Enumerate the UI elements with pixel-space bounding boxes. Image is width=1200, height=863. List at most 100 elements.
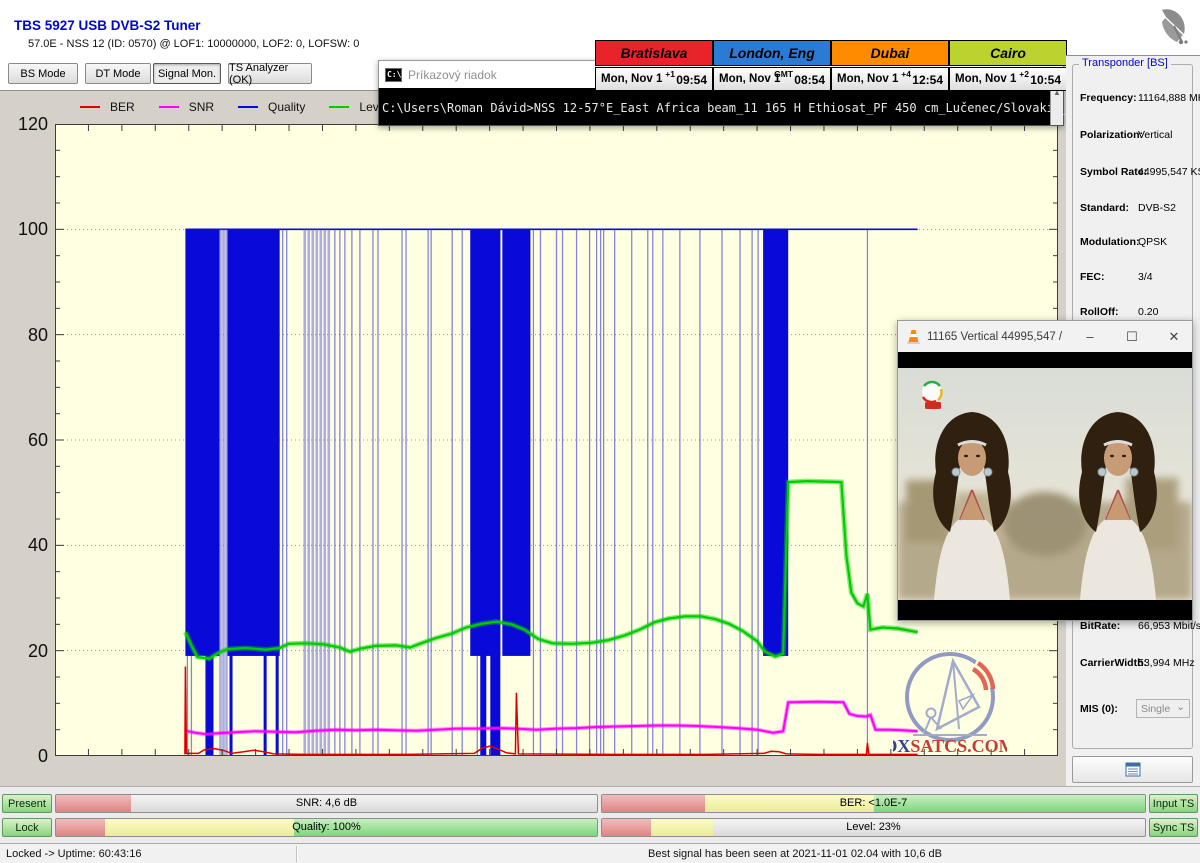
- scroll-up-arrow-icon[interactable]: ▲: [1053, 88, 1061, 125]
- signal-status-strip: Present Lock SNR: 4,6 dB Quality: 100% B…: [0, 786, 1200, 843]
- mis-selected-value: Single: [1141, 703, 1170, 715]
- snr-value: SNR: 4,6 dB: [56, 797, 597, 809]
- transponder-field-rolloff: RollOff:0.20: [1080, 306, 1190, 318]
- cmd-console[interactable]: C:\Users\Roman Dávid>NSS 12-57°E_East Af…: [378, 88, 1064, 126]
- lock-indicator[interactable]: Lock: [2, 818, 52, 837]
- transponder-field-modulation: Modulation:QPSK: [1080, 236, 1190, 248]
- transponder-field-symbol-rate: Symbol Rate:44995,547 KS/s: [1080, 166, 1190, 178]
- cmd-scrollbar[interactable]: ▲: [1050, 88, 1063, 125]
- field-label: FEC:: [1080, 271, 1190, 283]
- transponder-group-label: Transponder [BS]: [1079, 57, 1171, 69]
- vlc-player-window: 11165 Vertical 44995,547 / RF: -41 SNR: …: [897, 320, 1193, 621]
- world-clock-cairo: CairoMon, Nov 1+210:54: [949, 40, 1067, 91]
- transponder-field-mis-0: MIS (0):Single⌄: [1080, 703, 1190, 715]
- statusbar-separator: [296, 846, 297, 862]
- minimize-button[interactable]: –: [1072, 329, 1108, 344]
- field-value: 0.20: [1138, 306, 1158, 318]
- y-axis-label-80: 80: [4, 325, 48, 346]
- satellite-dish-icon: [1152, 4, 1194, 50]
- field-value: QPSK: [1138, 236, 1167, 248]
- field-value: 11164,888 MHz: [1138, 92, 1200, 104]
- logo-text-satcs: SATCS.COM: [910, 736, 1007, 756]
- clock-time-row: Mon, Nov 1GMT08:54: [713, 67, 831, 91]
- ber-value: BER: <1.0E-7: [602, 797, 1145, 809]
- vlc-window-title: 11165 Vertical 44995,547 / RF: -41 SNR: …: [927, 331, 1066, 343]
- logo-text-dx: DX: [893, 736, 910, 756]
- mis-select[interactable]: Single ⌄: [1136, 699, 1190, 718]
- transport-list-icon: [1125, 762, 1141, 777]
- clock-time-row: Mon, Nov 1+412:54: [831, 67, 949, 91]
- legend-label: SNR: [189, 100, 214, 114]
- legend-swatch-quality: [238, 106, 258, 108]
- snr-progressbar: SNR: 4,6 dB: [55, 794, 598, 813]
- clock-date: Mon, Nov 1: [719, 73, 780, 85]
- svg-text:DXSATCS.COM: DXSATCS.COM: [893, 736, 1007, 756]
- vlc-titlebar[interactable]: 11165 Vertical 44995,547 / RF: -41 SNR: …: [898, 321, 1192, 352]
- close-button[interactable]: ✕: [1156, 329, 1192, 345]
- level-progressbar: Level: 23%: [601, 818, 1146, 837]
- mode-button-signal-mon[interactable]: Signal Mon.: [153, 63, 221, 84]
- world-clock-london-eng: London, EngMon, Nov 1GMT08:54: [713, 40, 831, 91]
- video-picture[interactable]: [898, 352, 1192, 620]
- clock-time-value: 09:54: [676, 73, 707, 87]
- transport-list-button[interactable]: [1072, 756, 1193, 783]
- sync-ts-indicator[interactable]: Sync TS: [1149, 818, 1198, 837]
- clock-time-row: Mon, Nov 1+109:54: [595, 67, 713, 91]
- clock-time-value: 08:54: [794, 73, 825, 87]
- cmd-window-title: Príkazový riadok: [408, 68, 497, 82]
- transponder-field-fec: FEC:3/4: [1080, 271, 1190, 283]
- maximize-button[interactable]: ☐: [1114, 329, 1150, 345]
- transponder-field-carrierwidth: CarrierWidth:53,994 MHz: [1080, 657, 1190, 669]
- mode-button-ts-analyzer-ok[interactable]: TS Analyzer (OK): [228, 63, 312, 84]
- chevron-down-icon: ⌄: [1176, 701, 1185, 713]
- clock-date: Mon, Nov 1: [601, 73, 662, 85]
- clock-time-row: Mon, Nov 1+210:54: [949, 67, 1067, 91]
- quality-progressbar: Quality: 100%: [55, 818, 598, 837]
- y-axis-label-120: 120: [4, 114, 48, 135]
- quality-value: Quality: 100%: [56, 821, 597, 833]
- y-axis-label-60: 60: [4, 430, 48, 451]
- clock-date: Mon, Nov 1: [955, 73, 1016, 85]
- y-axis-label-40: 40: [4, 535, 48, 556]
- field-label: Modulation:: [1080, 236, 1190, 248]
- clock-utc-offset: +1: [665, 69, 675, 79]
- legend-item-ber: BER: [80, 100, 135, 114]
- legend-label: Quality: [268, 100, 305, 114]
- clock-utc-offset: +4: [901, 69, 911, 79]
- ber-progressbar: BER: <1.0E-7: [601, 794, 1146, 813]
- y-axis-label-20: 20: [4, 641, 48, 662]
- field-value: DVB-S2: [1138, 202, 1176, 214]
- satellite-subtitle: 57.0E - NSS 12 (ID: 0570) @ LOF1: 100000…: [28, 38, 359, 50]
- legend-swatch-ber: [80, 106, 100, 108]
- legend-item-quality: Quality: [238, 100, 305, 114]
- present-indicator[interactable]: Present: [2, 794, 52, 813]
- clock-utc-offset: +2: [1019, 69, 1029, 79]
- lock-uptime-status: Locked -> Uptime: 60:43:16: [6, 848, 141, 860]
- page-title: TBS 5927 USB DVB-S2 Tuner: [14, 18, 201, 33]
- dxsatcs-watermark-logo: DXSATCS.COM: [893, 649, 1007, 759]
- legend-item-snr: SNR: [159, 100, 214, 114]
- chart-legend: BERSNRQualityLevel: [80, 100, 388, 114]
- clock-city: London, Eng: [713, 40, 831, 66]
- field-value: 53,994 MHz: [1138, 657, 1195, 669]
- tbs-tuner-app-window: TBS 5927 USB DVB-S2 Tuner 57.0E - NSS 12…: [0, 0, 1200, 863]
- field-value: Vertical: [1138, 129, 1172, 141]
- clock-city: Cairo: [949, 40, 1067, 66]
- clock-time-value: 10:54: [1030, 73, 1061, 87]
- world-clocks-panel: BratislavaMon, Nov 1+109:54London, EngMo…: [595, 40, 1067, 91]
- transponder-field-polarization: Polarization:Vertical: [1080, 129, 1190, 141]
- field-value: 66,953 Mbit/s: [1138, 620, 1200, 632]
- field-label: Polarization:: [1080, 129, 1190, 141]
- legend-swatch-snr: [159, 106, 179, 108]
- singer-figure: [933, 412, 1011, 600]
- y-axis-label-0: 0: [4, 746, 48, 767]
- legend-label: BER: [110, 100, 135, 114]
- input-ts-indicator[interactable]: Input TS: [1149, 794, 1198, 813]
- world-clock-dubai: DubaiMon, Nov 1+412:54: [831, 40, 949, 91]
- mode-button-dt-mode[interactable]: DT Mode: [85, 63, 151, 84]
- transponder-field-bitrate: BitRate:66,953 Mbit/s: [1080, 620, 1190, 632]
- mode-button-bs-mode[interactable]: BS Mode: [8, 63, 78, 84]
- field-value: 44995,547 KS/s: [1138, 166, 1200, 178]
- clock-time-value: 12:54: [912, 73, 943, 87]
- cmd-prompt-icon: C:\: [385, 68, 402, 82]
